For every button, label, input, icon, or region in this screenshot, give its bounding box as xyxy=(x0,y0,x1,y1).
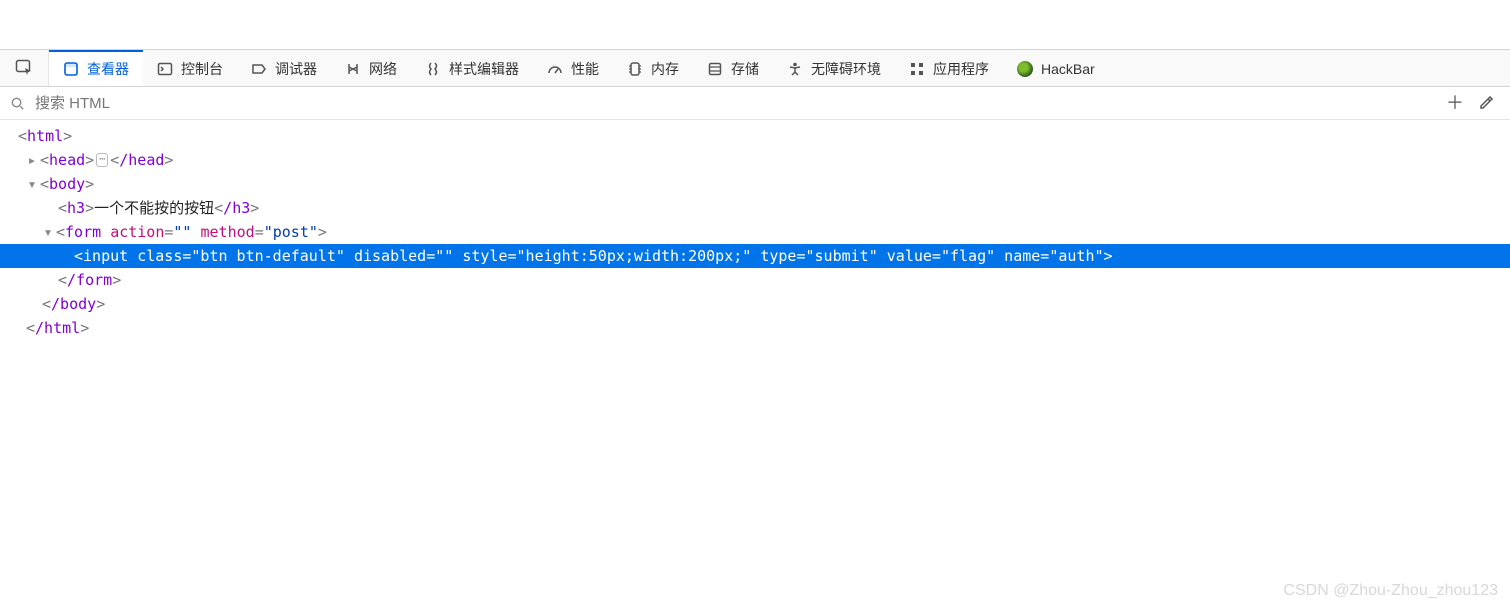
performance-icon xyxy=(547,61,563,77)
tab-label: 无障碍环境 xyxy=(811,59,881,79)
application-icon xyxy=(909,61,925,77)
eyedropper-button[interactable] xyxy=(1478,95,1494,111)
node-form-open[interactable]: ▾ <form action="" method="post"> xyxy=(0,220,1510,244)
add-node-button[interactable]: ＋ xyxy=(1446,94,1464,112)
inspector-searchbar: ＋ xyxy=(0,87,1510,120)
tab-application[interactable]: 应用程序 xyxy=(895,50,1003,86)
style-editor-icon xyxy=(425,61,441,77)
tab-storage[interactable]: 存储 xyxy=(693,50,773,86)
tab-label: 控制台 xyxy=(181,59,223,79)
console-icon xyxy=(157,61,173,77)
dom-tree[interactable]: <html> ▸ <head> ⋯ </head> ▾ <body> <h3>一… xyxy=(0,120,1510,344)
node-input-selected[interactable]: <input class="btn btn-default" disabled=… xyxy=(0,244,1510,268)
devtools-tabs: 查看器 控制台 调试器 网络 样式编辑器 xyxy=(49,50,1109,86)
tab-memory[interactable]: 内存 xyxy=(613,50,693,86)
search-icon xyxy=(10,96,25,111)
tab-label: HackBar xyxy=(1041,61,1095,77)
devtools-toolbar: 查看器 控制台 调试器 网络 样式编辑器 xyxy=(0,50,1510,87)
hackbar-icon xyxy=(1017,61,1033,77)
inspector-icon xyxy=(63,61,79,77)
collapse-toggle[interactable]: ▾ xyxy=(26,172,38,196)
accessibility-icon xyxy=(787,61,803,77)
tab-performance[interactable]: 性能 xyxy=(533,50,613,86)
watermark: CSDN @Zhou-Zhou_zhou123 xyxy=(1283,582,1498,600)
tab-label: 性能 xyxy=(571,59,599,79)
tab-label: 应用程序 xyxy=(933,59,989,79)
inspector-right-tools: ＋ xyxy=(1436,94,1504,112)
element-picker-button[interactable] xyxy=(0,50,49,86)
node-html-close[interactable]: </html> xyxy=(0,316,1510,340)
expand-toggle[interactable]: ▸ xyxy=(26,148,38,172)
collapse-toggle[interactable]: ▾ xyxy=(42,220,54,244)
tab-label: 网络 xyxy=(369,59,397,79)
storage-icon xyxy=(707,61,723,77)
picker-icon xyxy=(15,59,33,77)
node-form-close[interactable]: </form> xyxy=(0,268,1510,292)
ellipsis-icon[interactable]: ⋯ xyxy=(96,153,108,167)
page-content-area xyxy=(0,0,1510,50)
tab-label: 样式编辑器 xyxy=(449,59,519,79)
tab-label: 存储 xyxy=(731,59,759,79)
tab-label: 查看器 xyxy=(87,59,129,79)
tab-inspector[interactable]: 查看器 xyxy=(49,50,143,86)
network-icon xyxy=(345,61,361,77)
node-body-close[interactable]: </body> xyxy=(0,292,1510,316)
tab-accessibility[interactable]: 无障碍环境 xyxy=(773,50,895,86)
tab-label: 内存 xyxy=(651,59,679,79)
tab-debugger[interactable]: 调试器 xyxy=(237,50,331,86)
node-h3[interactable]: <h3>一个不能按的按钮</h3> xyxy=(0,196,1510,220)
debugger-icon xyxy=(251,61,267,77)
tab-style-editor[interactable]: 样式编辑器 xyxy=(411,50,533,86)
search-input[interactable] xyxy=(33,94,1436,113)
tab-network[interactable]: 网络 xyxy=(331,50,411,86)
tab-hackbar[interactable]: HackBar xyxy=(1003,50,1109,86)
node-head[interactable]: ▸ <head> ⋯ </head> xyxy=(0,148,1510,172)
node-html-open[interactable]: <html> xyxy=(0,124,1510,148)
tab-label: 调试器 xyxy=(275,59,317,79)
node-body-open[interactable]: ▾ <body> xyxy=(0,172,1510,196)
tab-console[interactable]: 控制台 xyxy=(143,50,237,86)
memory-icon xyxy=(627,61,643,77)
